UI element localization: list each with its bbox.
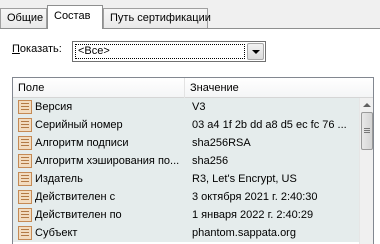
certificate-field-icon xyxy=(18,226,32,240)
certificate-field-icon xyxy=(18,136,32,150)
list-item[interactable]: Версия V3 xyxy=(13,98,359,116)
show-filter-value: <Все> xyxy=(75,44,245,59)
certificate-field-icon xyxy=(18,208,32,222)
tab-general[interactable]: Общие xyxy=(0,8,47,28)
certificate-field-icon xyxy=(18,118,32,132)
show-filter-select[interactable]: <Все> xyxy=(72,41,266,62)
list-item[interactable]: Алгоритм подписи sha256RSA xyxy=(13,134,359,152)
list-item[interactable]: Действителен по 1 января 2022 г. 2:40:29 xyxy=(13,206,359,224)
list-item[interactable]: Действителен с 3 октября 2021 г. 2:40:30 xyxy=(13,188,359,206)
list-rows: Версия V3 Серийный номер 03 a4 1f 2b dd … xyxy=(13,98,359,242)
field-value: R3, Let's Encrypt, US xyxy=(192,173,297,185)
certificate-field-icon xyxy=(18,172,32,186)
field-name: Серийный номер xyxy=(35,119,123,131)
list-item[interactable]: Серийный номер 03 a4 1f 2b dd a8 d5 ec f… xyxy=(13,116,359,134)
field-name: Версия xyxy=(35,101,73,113)
field-name: Субъект xyxy=(35,227,78,239)
column-header-value[interactable]: Значение xyxy=(185,78,373,98)
field-name: Алгоритм хэширования по... xyxy=(35,155,180,167)
field-value: 1 января 2022 г. 2:40:29 xyxy=(192,209,314,221)
show-label: Показать: xyxy=(12,43,62,55)
list-header: Поле Значение xyxy=(13,78,373,98)
field-value: V3 xyxy=(192,101,206,113)
field-value: phantom.sappata.org xyxy=(192,227,296,239)
column-header-field[interactable]: Поле xyxy=(13,78,185,98)
field-value: sha256 xyxy=(192,155,229,167)
chevron-down-icon xyxy=(252,50,260,54)
grip-icon xyxy=(364,128,370,129)
scroll-up-arrow-icon xyxy=(363,103,371,107)
list-item[interactable]: Субъект phantom.sappata.org xyxy=(13,224,359,242)
field-value: 03 a4 1f 2b dd a8 d5 ec fc 76 ... xyxy=(192,119,347,131)
certificate-field-icon xyxy=(18,154,32,168)
dropdown-button[interactable] xyxy=(247,43,264,60)
field-name: Издатель xyxy=(35,173,83,185)
tab-certification-path[interactable]: Путь сертификации xyxy=(103,8,211,28)
scroll-thumb[interactable] xyxy=(361,112,373,150)
fields-list[interactable]: Поле Значение Версия V3 Серийный номер 0… xyxy=(12,77,374,244)
list-item[interactable]: Издатель R3, Let's Encrypt, US xyxy=(13,170,359,188)
details-panel: Показать: <Все> Поле Значение Версия V3 … xyxy=(0,28,380,244)
field-name: Действителен с xyxy=(35,191,116,203)
field-value: sha256RSA xyxy=(192,137,251,149)
field-value: 3 октября 2021 г. 2:40:30 xyxy=(192,191,318,203)
field-name: Алгоритм подписи xyxy=(35,137,129,149)
scroll-up-button[interactable] xyxy=(360,98,373,112)
tab-details[interactable]: Состав xyxy=(47,5,103,29)
list-item[interactable]: Алгоритм хэширования по... sha256 xyxy=(13,152,359,170)
vertical-scrollbar[interactable] xyxy=(359,98,373,244)
certificate-field-icon xyxy=(18,100,32,114)
field-name: Действителен по xyxy=(35,209,122,221)
certificate-field-icon xyxy=(18,190,32,204)
tab-strip: Общие Состав Путь сертификации xyxy=(0,0,380,29)
